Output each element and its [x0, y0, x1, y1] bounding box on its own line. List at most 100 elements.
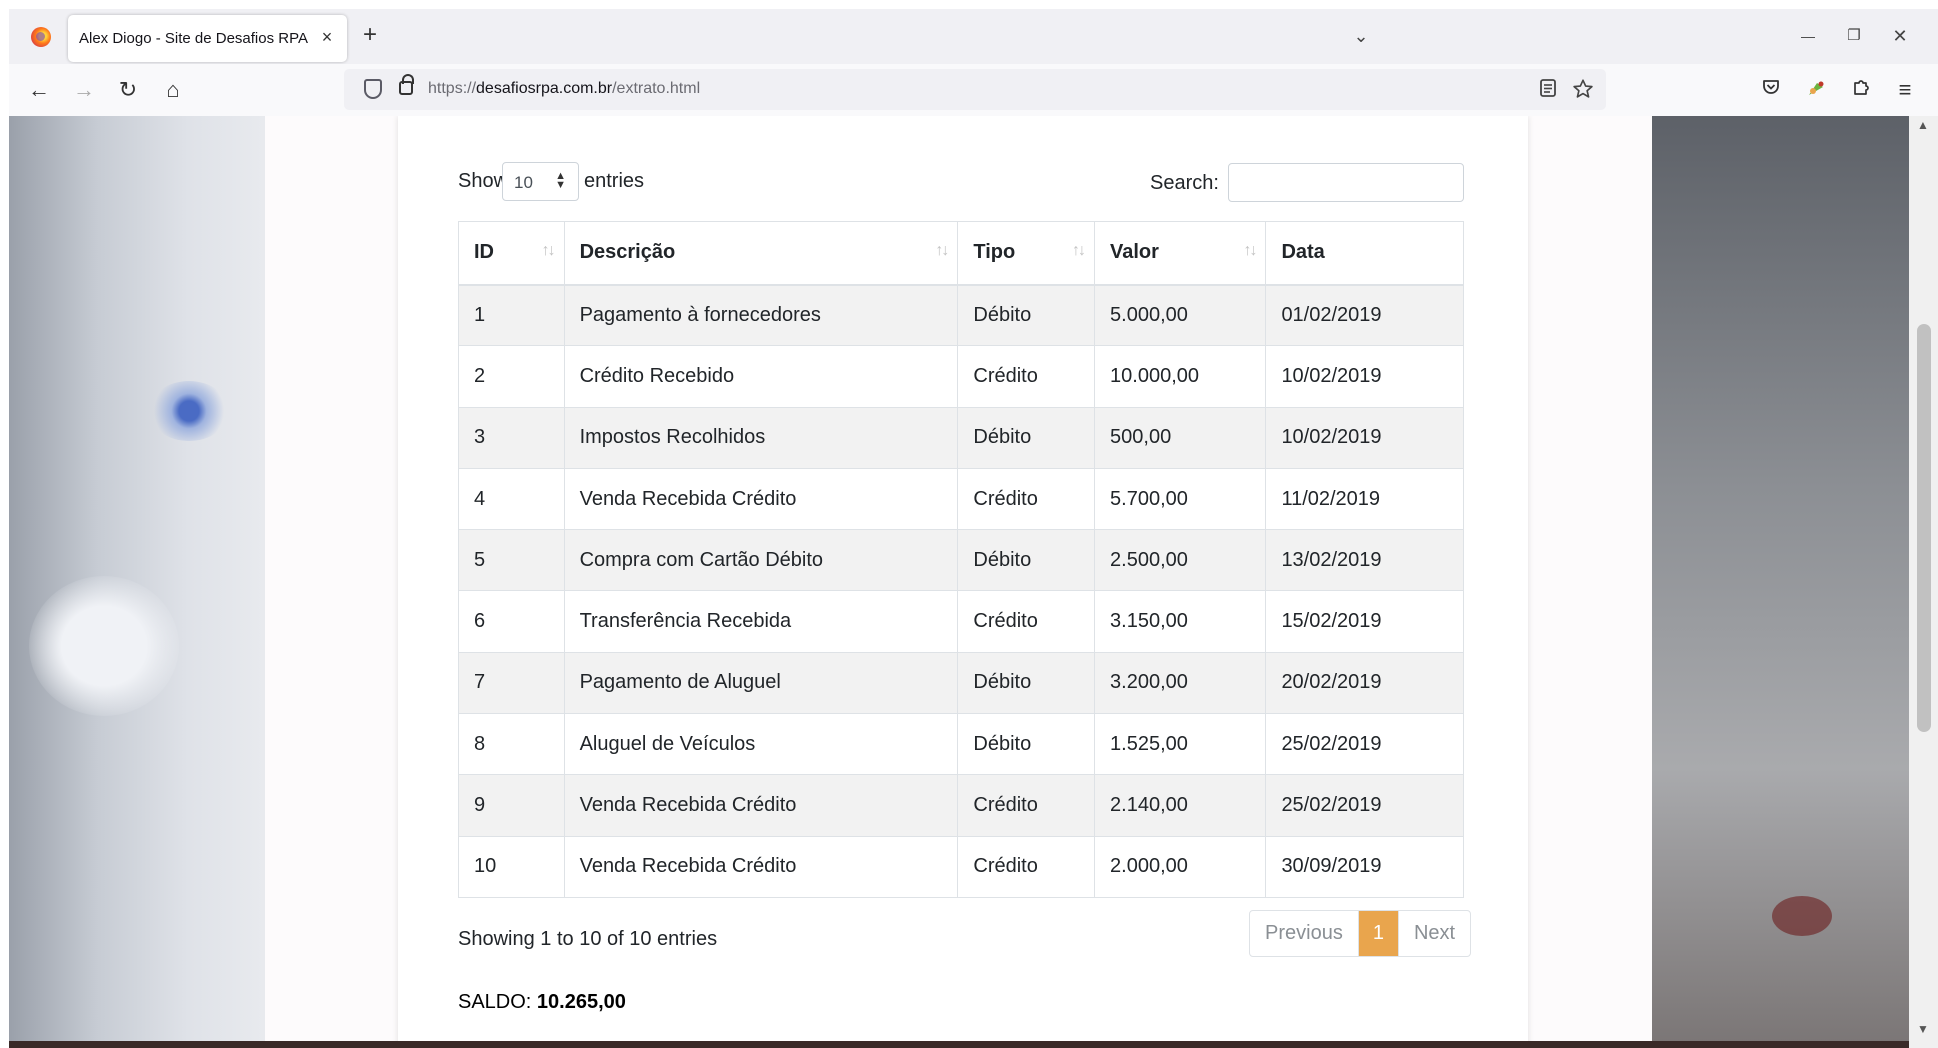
statement-table: ID ↑↓ Descrição ↑↓ Tipo ↑↓ Valor ↑↓ Data 1 Pa… [458, 221, 1464, 898]
cell-descricao: Aluguel de Veículos [563, 713, 959, 776]
sort-icon: ↑↓ [541, 242, 556, 259]
tab-title: Alex Diogo - Site de Desafios RPA [79, 30, 308, 47]
scroll-up-arrow-icon[interactable]: ▲ [1917, 118, 1929, 132]
cell-tipo: Débito [957, 406, 1096, 469]
column-header-label: Data [1281, 241, 1325, 264]
column-header-tipo[interactable]: Tipo ↑↓ [957, 221, 1096, 286]
cell-data: 11/02/2019 [1265, 467, 1464, 531]
column-header-data[interactable]: Data [1265, 221, 1464, 286]
extensions-puzzle-icon[interactable] [1847, 77, 1875, 103]
home-icon[interactable]: ⌂ [159, 77, 187, 103]
background-robot-face-image [9, 116, 265, 1048]
web-page: Show 10 ▲ ▼ entries Search: ID ↑↓ Descriçã… [9, 116, 1909, 1048]
cell-tipo: Crédito [957, 345, 1096, 408]
tab-list-icon[interactable]: ⌄ [1346, 24, 1376, 48]
page-scrollbar[interactable]: ▲ ▼ [1909, 116, 1938, 1048]
table-row: 1 Pagamento à fornecedores Débito 5.000,00 0… [458, 283, 1464, 347]
table-row: 10 Venda Recebida Crédito Crédito 2.000,00 3… [458, 835, 1464, 898]
table-row: 2 Crédito Recebido Crédito 10.000,00 10/02/2… [458, 345, 1464, 408]
cell-valor: 5.000,00 [1094, 283, 1267, 347]
pocket-icon[interactable] [1757, 77, 1785, 103]
table-row: 7 Pagamento de Aluguel Débito 3.200,00 20/02… [458, 651, 1464, 715]
cell-tipo: Crédito [957, 835, 1096, 898]
page-1-button[interactable]: 1 [1358, 911, 1398, 956]
tab-close-icon[interactable]: × [316, 26, 338, 48]
cell-valor: 500,00 [1094, 406, 1267, 469]
window-close-button[interactable]: ✕ [1885, 24, 1915, 48]
cell-descricao: Venda Recebida Crédito [563, 467, 959, 531]
new-tab-button[interactable]: + [358, 23, 382, 48]
robot-face-decoration [29, 576, 179, 716]
column-header-label: ID [474, 241, 494, 264]
cell-valor: 5.700,00 [1094, 467, 1267, 531]
tracking-protection-shield-icon[interactable] [364, 79, 382, 99]
url-host: desafiosrpa.com.br [476, 80, 613, 97]
search-input[interactable] [1228, 163, 1464, 202]
cell-id: 10 [458, 835, 565, 898]
balance-value: 10.265,00 [536, 991, 626, 1013]
url-text[interactable]: https://desafiosrpa.com.br/extrato.html [428, 80, 700, 98]
back-arrow-icon[interactable]: ← [25, 77, 53, 103]
cell-data: 25/02/2019 [1265, 713, 1464, 776]
forward-arrow-icon[interactable]: → [70, 77, 98, 103]
url-scheme: https:// [428, 80, 477, 97]
lock-icon[interactable] [399, 74, 414, 95]
cell-valor: 2.500,00 [1094, 529, 1267, 592]
cell-tipo: Débito [957, 529, 1096, 592]
navigation-bar: ← → ↻ ⌂ https://desafiosrpa.com.br/extra… [9, 64, 1938, 116]
cell-valor: 2.000,00 [1094, 835, 1267, 898]
extension-colorful-icon[interactable] [1802, 77, 1830, 103]
browser-tab[interactable]: Alex Diogo - Site de Desafios RPA × [68, 15, 347, 62]
bookmark-star-icon[interactable] [1571, 78, 1595, 102]
show-label: Show [458, 170, 509, 192]
tab-bar: Alex Diogo - Site de Desafios RPA × + ⌄ … [9, 9, 1938, 64]
cell-valor: 3.200,00 [1094, 651, 1267, 715]
entries-label: entries [584, 170, 645, 192]
table-row: 9 Venda Recebida Crédito Crédito 2.140,00 25… [458, 774, 1464, 837]
entries-length-value: 10 [514, 173, 533, 192]
balance-label: SALDO: [458, 991, 532, 1013]
cell-id: 8 [458, 713, 565, 776]
cell-id: 5 [458, 529, 565, 592]
table-row: 6 Transferência Recebida Crédito 3.150,00 15… [458, 590, 1464, 653]
scroll-down-arrow-icon[interactable]: ▼ [1917, 1022, 1929, 1036]
cell-descricao: Pagamento à fornecedores [563, 283, 959, 347]
search-label: Search: [1150, 172, 1219, 194]
cell-valor: 2.140,00 [1094, 774, 1267, 837]
url-bar[interactable]: https://desafiosrpa.com.br/extrato.html [344, 69, 1606, 110]
sort-icon: ↑↓ [935, 242, 949, 259]
cell-tipo: Crédito [957, 590, 1096, 653]
cell-tipo: Débito [957, 651, 1096, 715]
cell-descricao: Pagamento de Aluguel [563, 651, 959, 715]
cell-tipo: Crédito [957, 774, 1096, 837]
next-page-button[interactable]: Next [1397, 911, 1470, 956]
restore-button[interactable]: ❐ [1839, 24, 1869, 48]
column-header-label: Descrição [579, 241, 676, 264]
table-header-row: ID ↑↓ Descrição ↑↓ Tipo ↑↓ Valor ↑↓ Data [458, 221, 1464, 286]
sort-icon: ↑↓ [1072, 242, 1086, 259]
url-path: /extrato.html [612, 80, 701, 97]
cell-id: 4 [458, 467, 565, 531]
previous-page-button[interactable]: Previous [1250, 911, 1359, 956]
column-header-descricao[interactable]: Descrição ↑↓ [563, 221, 959, 286]
cell-tipo: Débito [957, 283, 1096, 347]
cell-id: 7 [458, 651, 565, 715]
column-header-id[interactable]: ID ↑↓ [458, 221, 565, 286]
entries-length-select[interactable]: 10 ▲ ▼ [502, 162, 579, 201]
sort-icon: ↑↓ [1243, 242, 1257, 259]
reload-icon[interactable]: ↻ [114, 77, 142, 103]
cell-valor: 3.150,00 [1094, 590, 1267, 653]
cell-tipo: Débito [957, 713, 1096, 776]
table-row: 8 Aluguel de Veículos Débito 1.525,00 25/02/… [458, 713, 1464, 776]
cell-descricao: Venda Recebida Crédito [563, 774, 959, 837]
reader-view-icon[interactable] [1536, 78, 1560, 102]
column-header-valor[interactable]: Valor ↑↓ [1094, 221, 1267, 286]
background-blot-decoration [1772, 896, 1832, 936]
hamburger-menu-icon[interactable]: ≡ [1891, 77, 1919, 103]
cell-id: 3 [458, 406, 565, 469]
minimize-button[interactable]: — [1793, 24, 1823, 48]
table-row: 4 Venda Recebida Crédito Crédito 5.700,00 11… [458, 467, 1464, 531]
cell-data: 20/02/2019 [1265, 651, 1464, 715]
cell-data: 30/09/2019 [1265, 835, 1464, 898]
scrollbar-thumb[interactable] [1917, 324, 1931, 732]
